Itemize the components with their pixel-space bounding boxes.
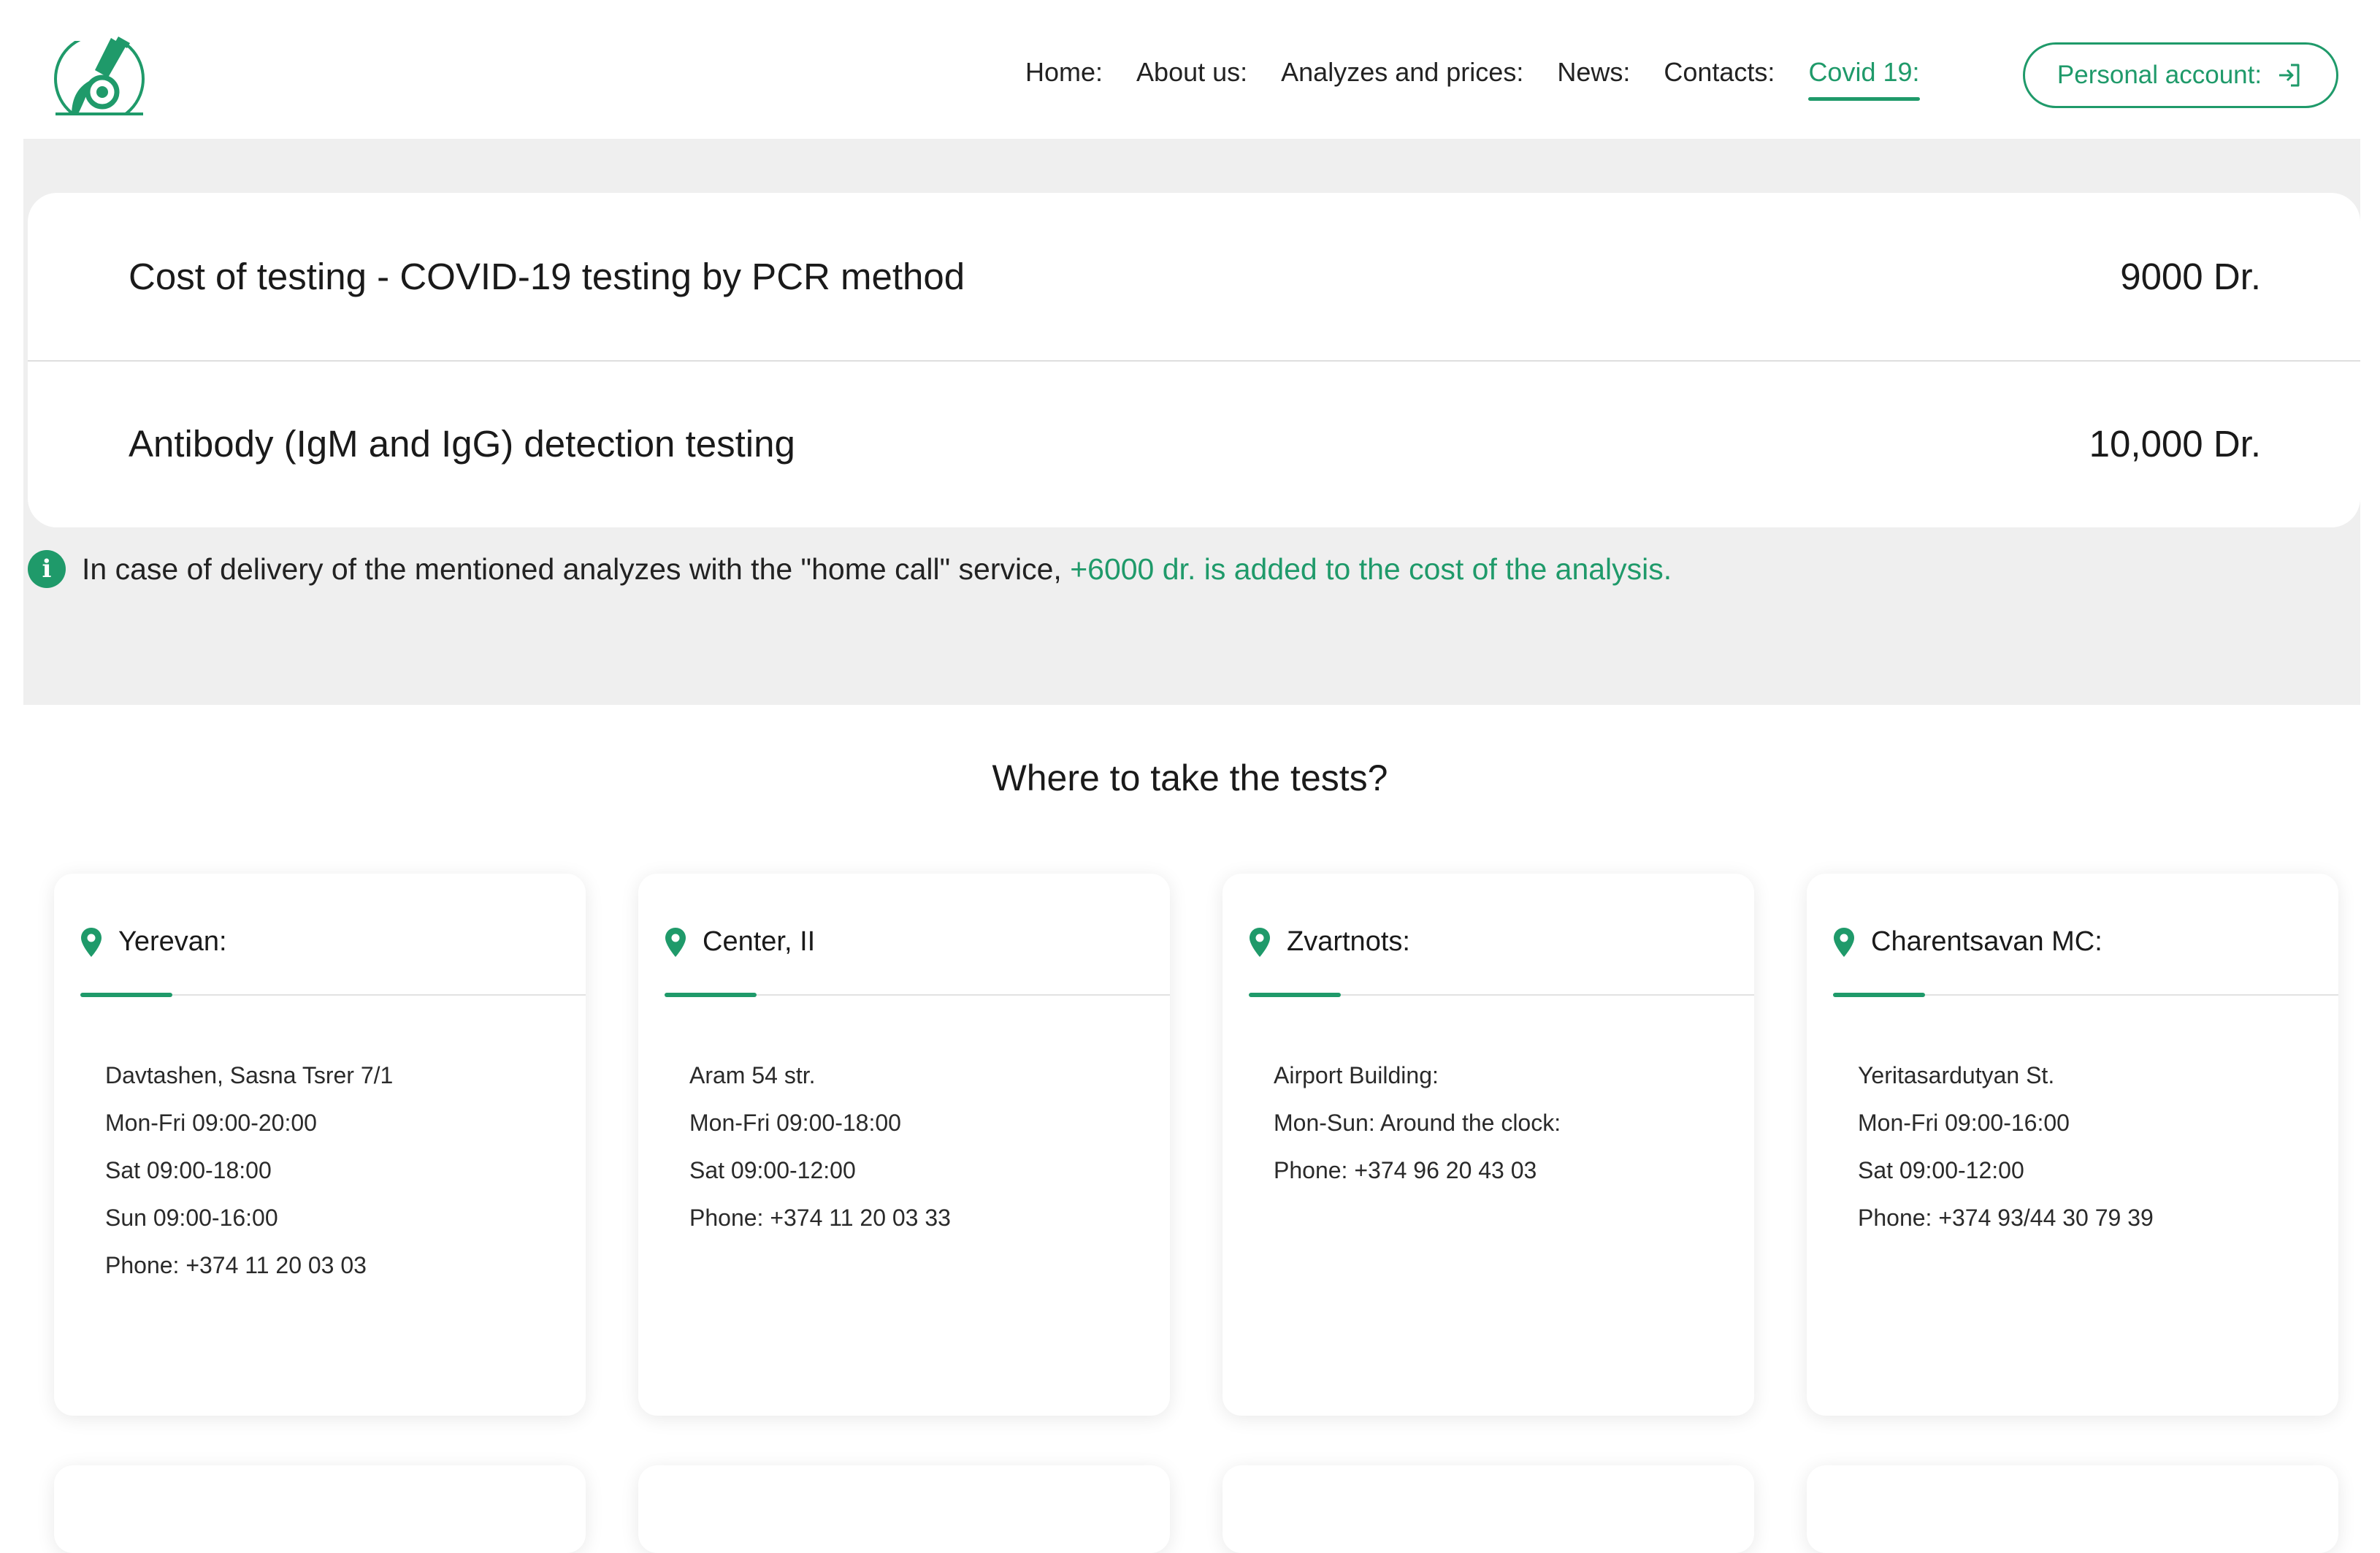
test-price: 9000 Dr. bbox=[2120, 256, 2261, 297]
location-details: Airport Building: Mon-Sun: Around the cl… bbox=[1274, 1052, 1561, 1194]
site-header: Home: About us: Analyzes and prices: New… bbox=[0, 0, 2380, 139]
location-address: Davtashen, Sasna Tsrer 7/1 bbox=[105, 1062, 394, 1088]
location-card-partial bbox=[638, 1465, 1170, 1553]
location-card: Center, II Aram 54 str. Mon-Fri 09:00-18… bbox=[638, 874, 1170, 1416]
map-pin-icon bbox=[1833, 927, 1855, 958]
locations-title: Where to take the tests? bbox=[992, 758, 1388, 798]
personal-account-button[interactable]: Personal account: bbox=[2023, 42, 2338, 108]
price-row: Cost of testing - COVID-19 testing by PC… bbox=[28, 193, 2360, 362]
location-card: Yerevan: Davtashen, Sasna Tsrer 7/1 Mon-… bbox=[54, 874, 586, 1416]
map-pin-icon bbox=[1249, 927, 1271, 958]
location-card: Zvartnots: Airport Building: Mon-Sun: Ar… bbox=[1222, 874, 1754, 1416]
location-address: Yeritasardutyan St. bbox=[1858, 1062, 2055, 1088]
location-card-partial bbox=[54, 1465, 586, 1553]
login-arrow-icon bbox=[2279, 64, 2300, 87]
nav-analyzes-prices[interactable]: Analyzes and prices: bbox=[1281, 57, 1523, 88]
personal-account-label: Personal account: bbox=[2056, 61, 2262, 89]
map-pin-icon bbox=[665, 927, 686, 958]
location-hours: Sun 09:00-16:00 bbox=[105, 1205, 278, 1231]
test-name: Cost of testing - COVID-19 testing by PC… bbox=[129, 256, 965, 297]
location-name: Center, II bbox=[703, 926, 816, 957]
location-hours: Sat 09:00-12:00 bbox=[689, 1157, 856, 1183]
location-divider bbox=[80, 993, 586, 997]
location-card: Charentsavan MC: Yeritasardutyan St. Mon… bbox=[1807, 874, 2338, 1416]
home-call-note: i In case of delivery of the mentioned a… bbox=[28, 550, 1672, 588]
nav-home[interactable]: Home: bbox=[1025, 57, 1103, 88]
location-details: Aram 54 str. Mon-Fri 09:00-18:00 Sat 09:… bbox=[689, 1052, 951, 1242]
map-pin-icon bbox=[80, 927, 102, 958]
location-address: Aram 54 str. bbox=[689, 1062, 816, 1088]
main-nav: Home: About us: Analyzes and prices: New… bbox=[1025, 57, 1920, 101]
price-table: Cost of testing - COVID-19 testing by PC… bbox=[28, 193, 2360, 527]
location-name: Zvartnots: bbox=[1287, 926, 1410, 957]
location-card-partial bbox=[1222, 1465, 1754, 1553]
nav-covid-19[interactable]: Covid 19: bbox=[1808, 57, 1920, 101]
location-phone: Phone: +374 93/44 30 79 39 bbox=[1858, 1205, 2154, 1231]
price-row: Antibody (IgM and IgG) detection testing… bbox=[28, 360, 2360, 527]
test-price: 10,000 Dr. bbox=[2089, 423, 2261, 465]
location-address: Airport Building: bbox=[1274, 1062, 1439, 1088]
location-hours: Mon-Fri 09:00-20:00 bbox=[105, 1110, 317, 1136]
location-phone: Phone: +374 96 20 43 03 bbox=[1274, 1157, 1537, 1183]
location-divider bbox=[1249, 993, 1754, 997]
location-hours: Mon-Fri 09:00-16:00 bbox=[1858, 1110, 2070, 1136]
nav-about-us[interactable]: About us: bbox=[1136, 57, 1247, 88]
location-card-partial bbox=[1807, 1465, 2338, 1553]
location-divider bbox=[1833, 993, 2338, 997]
location-phone: Phone: +374 11 20 03 33 bbox=[689, 1205, 951, 1231]
location-details: Yeritasardutyan St. Mon-Fri 09:00-16:00 … bbox=[1858, 1052, 2154, 1242]
info-icon: i bbox=[28, 550, 66, 588]
location-hours: Mon-Sun: Around the clock: bbox=[1274, 1110, 1561, 1136]
location-name: Charentsavan MC: bbox=[1871, 926, 2102, 957]
note-accent-text: +6000 dr. is added to the cost of the an… bbox=[1070, 552, 1672, 586]
microscope-logo-icon[interactable] bbox=[51, 34, 153, 118]
nav-news[interactable]: News: bbox=[1557, 57, 1630, 88]
location-hours: Sat 09:00-18:00 bbox=[105, 1157, 272, 1183]
location-details: Davtashen, Sasna Tsrer 7/1 Mon-Fri 09:00… bbox=[105, 1052, 393, 1289]
location-hours: Sat 09:00-12:00 bbox=[1858, 1157, 2024, 1183]
location-hours: Mon-Fri 09:00-18:00 bbox=[689, 1110, 901, 1136]
location-divider bbox=[665, 993, 1170, 997]
note-text: In case of delivery of the mentioned ana… bbox=[82, 552, 1062, 586]
nav-contacts[interactable]: Contacts: bbox=[1664, 57, 1775, 88]
location-name: Yerevan: bbox=[118, 926, 227, 957]
location-phone: Phone: +374 11 20 03 03 bbox=[105, 1252, 367, 1278]
covid-pricing-section: Cost of testing - COVID-19 testing by PC… bbox=[23, 139, 2360, 705]
test-name: Antibody (IgM and IgG) detection testing bbox=[129, 423, 795, 465]
